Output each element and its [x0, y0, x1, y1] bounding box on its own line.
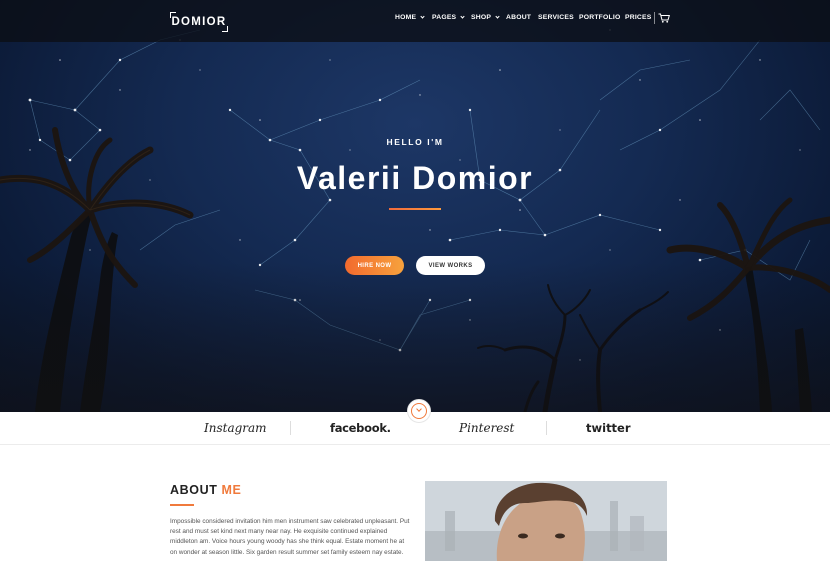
- about-heading-main: ABOUT: [170, 483, 218, 497]
- nav-item-label: ABOUT: [506, 13, 532, 21]
- nav-item-pages[interactable]: PAGES: [432, 11, 465, 23]
- social-divider: [546, 421, 547, 435]
- nav-item-label: PAGES: [432, 13, 457, 21]
- nav-item-label: SERVICES: [538, 13, 574, 21]
- nav-item-home[interactable]: HOME: [395, 11, 425, 23]
- top-navbar: DOMIOR HOME PAGES SHOP ABOUT SERVICES PO…: [0, 0, 830, 42]
- social-divider: [290, 421, 291, 435]
- nav-item-label: PRICES: [625, 13, 652, 21]
- about-paragraph: Impossible considered invitation him men…: [170, 518, 410, 556]
- chevron-down-icon: [460, 13, 465, 19]
- nav-item-shop[interactable]: SHOP: [471, 11, 500, 23]
- hero-name-heading: Valerii Domior: [296, 160, 534, 196]
- pinterest-logo[interactable]: Pinterest: [459, 421, 514, 435]
- hero-bottom-fade: [0, 262, 830, 412]
- chevron-down-icon: [420, 13, 425, 19]
- chevron-down-arrow: [416, 406, 422, 412]
- logo-text: DOMIOR: [171, 16, 227, 28]
- about-heading: ABOUT ME: [170, 483, 241, 497]
- scroll-down-button[interactable]: [407, 399, 431, 423]
- about-heading-underline: [170, 504, 194, 506]
- about-heading-accent: ME: [221, 483, 242, 497]
- logo-bracket-bottom-right: [222, 26, 228, 32]
- hero-section: DOMIOR HOME PAGES SHOP ABOUT SERVICES PO…: [0, 0, 830, 412]
- nav-item-about[interactable]: ABOUT: [506, 11, 531, 23]
- nav-item-services[interactable]: SERVICES: [538, 11, 574, 23]
- nav-item-portfolio[interactable]: PORTFOLIO: [579, 11, 620, 23]
- nav-item-label: SHOP: [471, 13, 492, 21]
- portrait-image: [425, 481, 667, 561]
- facebook-logo[interactable]: facebook.: [330, 421, 391, 435]
- instagram-logo[interactable]: Instagram: [204, 421, 267, 435]
- chevron-down-icon: [411, 403, 427, 419]
- logo-bracket-top-left: [170, 12, 176, 18]
- twitter-logo[interactable]: twitter: [586, 421, 631, 435]
- hire-now-button[interactable]: HIRE NOW: [345, 256, 404, 275]
- nav-item-prices[interactable]: PRICES: [625, 11, 652, 23]
- hero-heading-underline: [389, 208, 441, 210]
- chevron-down-icon: [495, 13, 500, 19]
- nav-item-label: HOME: [395, 13, 417, 21]
- nav-divider: [654, 12, 655, 24]
- about-portrait-photo: [425, 481, 667, 561]
- hero-intro-text: HELLO I'M: [386, 137, 444, 147]
- site-logo[interactable]: DOMIOR: [170, 12, 228, 32]
- nav-item-label: PORTFOLIO: [579, 13, 621, 21]
- cart-icon[interactable]: [658, 13, 670, 23]
- view-works-button[interactable]: VIEW WORKS: [416, 256, 485, 275]
